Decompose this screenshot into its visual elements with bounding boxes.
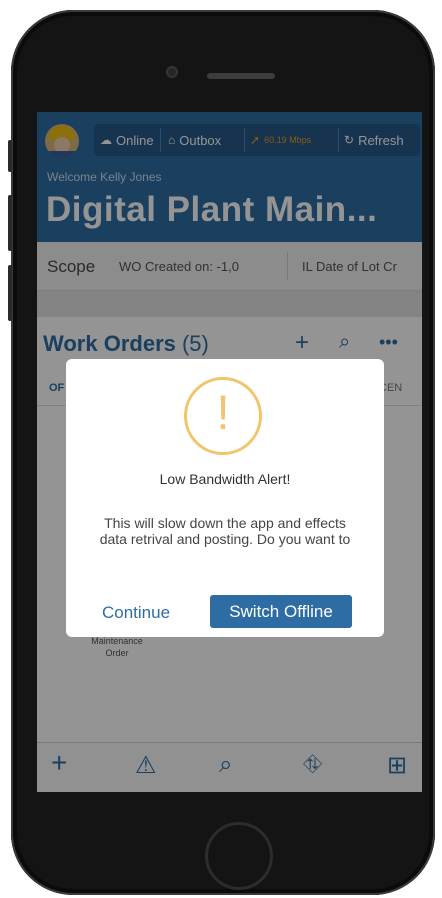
low-bandwidth-dialog: ! Low Bandwidth Alert! This will slow do…: [66, 359, 384, 637]
earpiece-speaker: [207, 73, 275, 79]
volume-down-button: [8, 265, 12, 321]
volume-up-button: [8, 195, 12, 251]
app-screen: ☁ Online ⌂ Outbox ➚ 60.19 Mbps ↻ Refresh…: [37, 112, 422, 792]
home-button[interactable]: [205, 822, 273, 890]
mute-switch: [8, 140, 12, 172]
dialog-message: This will slow down the app and effects …: [99, 515, 351, 547]
front-camera: [166, 66, 178, 78]
dialog-title: Low Bandwidth Alert!: [159, 471, 291, 487]
continue-button[interactable]: Continue: [102, 598, 170, 628]
switch-offline-button[interactable]: Switch Offline: [210, 595, 352, 628]
exclamation-icon: !: [184, 377, 262, 455]
